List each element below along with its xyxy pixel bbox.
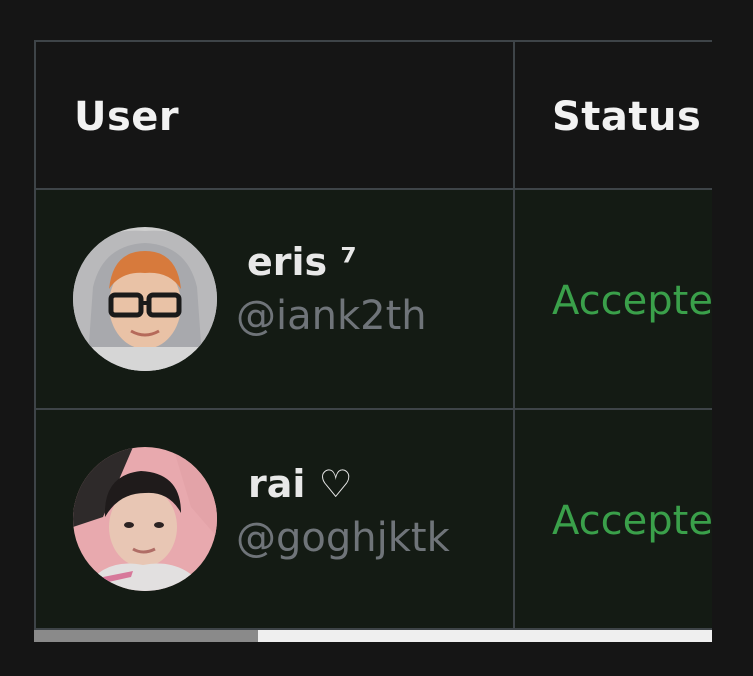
- avatar[interactable]: [73, 227, 217, 371]
- table-row-status-cell: Accepted: [513, 408, 712, 630]
- column-header-status: Status: [513, 40, 712, 190]
- column-header-status-label: Status: [552, 94, 702, 140]
- horizontal-scrollbar[interactable]: [34, 630, 712, 642]
- avatar-image: [73, 447, 217, 591]
- user-handle[interactable]: @goghjktk: [236, 515, 450, 561]
- display-name: rai ♡: [248, 462, 353, 506]
- user-status-table: User Status eris ⁷ @iank2th Accepte rai …: [34, 40, 712, 643]
- column-header-user: User: [34, 40, 515, 190]
- table-grid: User Status eris ⁷ @iank2th Accepte rai …: [34, 40, 712, 630]
- column-header-user-label: User: [74, 94, 180, 140]
- avatar-image: [73, 227, 217, 371]
- user-handle[interactable]: @iank2th: [236, 293, 427, 339]
- scrollbar-thumb[interactable]: [34, 630, 258, 642]
- status-accepted: Accepted: [552, 278, 712, 324]
- display-name: eris ⁷: [247, 240, 358, 284]
- avatar[interactable]: [73, 447, 217, 591]
- table-row-user-cell: rai ♡ @goghjktk: [34, 408, 515, 630]
- table-row-user-cell: eris ⁷ @iank2th: [34, 188, 515, 410]
- table-row-status-cell: Accepted: [513, 188, 712, 410]
- status-accepted: Accepted: [552, 498, 712, 544]
